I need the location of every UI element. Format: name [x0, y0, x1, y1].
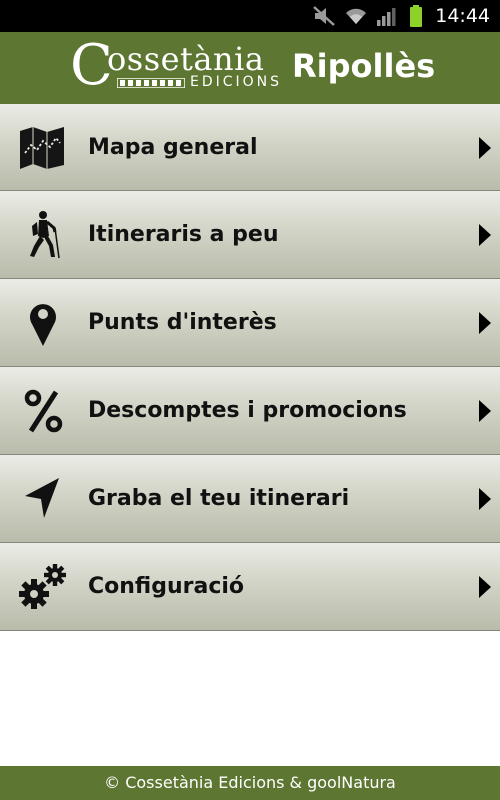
menu-item-configuracio[interactable]: Configuració [0, 543, 500, 631]
app-header: C ossetània EDICIONS Ripollès [0, 32, 500, 104]
main-menu: Mapa general Itineraris a peu Punts d'in… [0, 104, 500, 631]
location-pin-icon [30, 304, 57, 346]
percent-icon [24, 389, 63, 433]
menu-item-mapa-general[interactable]: Mapa general [0, 104, 500, 191]
map-icon [20, 127, 64, 169]
chevron-right-icon [479, 576, 491, 598]
menu-item-label: Configuració [88, 574, 245, 599]
chevron-right-icon [479, 400, 491, 422]
navigation-arrow-icon [25, 478, 59, 518]
menu-item-itineraris-a-peu[interactable]: Itineraris a peu [0, 191, 500, 279]
chevron-right-icon [479, 312, 491, 334]
chevron-right-icon [479, 137, 491, 159]
menu-item-label: Itineraris a peu [88, 222, 279, 247]
menu-item-punts-interes[interactable]: Punts d'interès [0, 279, 500, 367]
gears-icon [19, 564, 66, 609]
brand-subtitle: EDICIONS [190, 74, 283, 90]
hiker-icon [30, 211, 60, 259]
footer-copyright: © Cossetània Edicions & goolNatura [0, 766, 500, 800]
menu-item-label: Descomptes i promocions [88, 398, 407, 423]
signal-icon [377, 8, 396, 26]
status-time: 14:44 [435, 5, 490, 27]
menu-item-label: Mapa general [88, 135, 258, 160]
mute-icon [313, 6, 335, 26]
brand-name: ossetània [107, 40, 265, 78]
status-bar: 14:44 [0, 0, 500, 32]
wifi-icon [346, 8, 366, 24]
chevron-right-icon [479, 224, 491, 246]
chevron-right-icon [479, 488, 491, 510]
battery-icon [410, 5, 422, 27]
brand-strip-icon [117, 78, 185, 88]
menu-item-graba-itinerari[interactable]: Graba el teu itinerari [0, 455, 500, 543]
region-title: Ripollès [292, 47, 436, 85]
menu-item-label: Graba el teu itinerari [88, 486, 350, 511]
menu-item-label: Punts d'interès [88, 310, 277, 335]
menu-item-descomptes-promocions[interactable]: Descomptes i promocions [0, 367, 500, 455]
